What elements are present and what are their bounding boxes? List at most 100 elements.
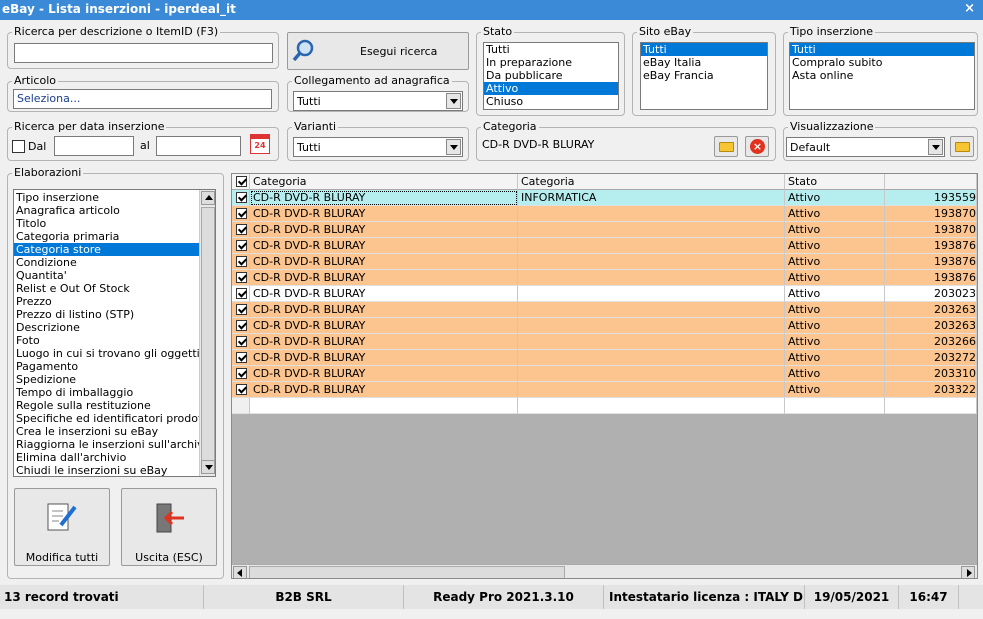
table-cell-id[interactable]: 203310 [885,366,977,382]
new-row[interactable] [232,398,977,414]
table-cell-cat[interactable]: CD-R DVD-R BLURAY [250,238,518,254]
table-row[interactable]: CD-R DVD-R BLURAY Attivo 203310 [232,366,977,382]
table-cell-id[interactable]: 193876 [885,238,977,254]
table-cell-cat[interactable]: CD-R DVD-R BLURAY [250,302,518,318]
table-cell-cat[interactable]: CD-R DVD-R BLURAY [250,222,518,238]
elaborazioni-scrollbar[interactable] [199,190,215,476]
dal-checkbox[interactable] [12,140,25,153]
scroll-left-icon[interactable] [233,566,247,578]
row-checkbox[interactable] [236,288,247,299]
table-cell-id[interactable]: 203266 [885,334,977,350]
row-checkbox[interactable] [236,256,247,267]
table-cell-stato[interactable]: Attivo [785,190,885,206]
table-row[interactable]: CD-R DVD-R BLURAY Attivo 203322 [232,382,977,398]
row-select-cell[interactable] [232,366,250,382]
stato-item[interactable]: Da pubblicare [484,69,618,82]
elaborazioni-item[interactable]: Anagrafica articolo [14,204,215,217]
tipo-item[interactable]: Compralo subito [790,56,974,69]
table-cell-cat2[interactable]: INFORMATICA [518,190,785,206]
tipo-item-selected[interactable]: Tutti [790,43,974,56]
elaborazioni-item[interactable]: Specifiche ed identificatori prodotto [14,412,215,425]
table-cell-cat[interactable]: CD-R DVD-R BLURAY [250,382,518,398]
scroll-up-icon[interactable] [201,191,215,205]
table-cell-empty[interactable] [232,398,250,414]
row-checkbox[interactable] [236,240,247,251]
tipo-list[interactable]: Tutti Compralo subito Asta online [789,42,975,110]
folder-button[interactable] [950,136,974,157]
row-select-cell[interactable] [232,238,250,254]
select-all-cell[interactable] [232,174,250,190]
folder-button[interactable] [714,136,738,157]
resize-grip-icon[interactable] [959,585,983,609]
column-header-stato[interactable]: Stato [785,174,885,190]
column-header-categoria-store[interactable]: Categoria [518,174,785,190]
row-select-cell[interactable] [232,334,250,350]
sito-item[interactable]: eBay Francia [641,69,767,82]
clear-button[interactable]: × [745,136,769,157]
tipo-item[interactable]: Asta online [790,69,974,82]
sito-list[interactable]: Tutti eBay Italia eBay Francia [640,42,768,110]
visualizzazione-select[interactable]: Default [786,137,945,157]
table-cell-cat2[interactable] [518,238,785,254]
table-row[interactable]: CD-R DVD-R BLURAY INFORMATICA Attivo 193559 [232,190,977,206]
elaborazioni-item[interactable]: Pagamento [14,360,215,373]
elaborazioni-item[interactable]: Luogo in cui si trovano gli oggetti [14,347,215,360]
table-cell-empty[interactable] [518,398,785,414]
row-select-cell[interactable] [232,254,250,270]
table-cell-cat[interactable]: CD-R DVD-R BLURAY [250,350,518,366]
table-cell-cat2[interactable] [518,206,785,222]
table-cell-cat2[interactable] [518,254,785,270]
table-cell-empty[interactable] [250,398,518,414]
elaborazioni-item[interactable]: Crea le inserzioni su eBay [14,425,215,438]
modifica-tutti-button[interactable]: Modifica tutti [14,488,110,566]
row-checkbox[interactable] [236,224,247,235]
scroll-down-icon[interactable] [201,460,215,474]
table-cell-id[interactable]: 203023 [885,286,977,302]
stato-list[interactable]: Tutti In preparazione Da pubblicare Atti… [483,42,619,110]
table-cell-cat2[interactable] [518,350,785,366]
table-cell-stato[interactable]: Attivo [785,382,885,398]
categoria-input[interactable]: CD-R DVD-R BLURAY [479,136,707,156]
elaborazioni-item[interactable]: Tipo inserzione [14,191,215,204]
table-cell-cat2[interactable] [518,270,785,286]
row-select-cell[interactable] [232,318,250,334]
table-cell-cat[interactable]: CD-R DVD-R BLURAY [250,334,518,350]
varianti-select[interactable]: Tutti [293,137,463,157]
close-icon[interactable]: × [964,1,975,16]
table-cell-id[interactable]: 193559 [885,190,977,206]
table-row[interactable]: CD-R DVD-R BLURAY Attivo 203263 [232,302,977,318]
stato-item[interactable]: Tutti [484,43,618,56]
articolo-input[interactable]: Seleziona... [13,89,272,109]
row-select-cell[interactable] [232,222,250,238]
row-select-cell[interactable] [232,206,250,222]
stato-item[interactable]: Chiuso [484,95,618,108]
table-cell-id[interactable]: 203322 [885,382,977,398]
stato-item-selected[interactable]: Attivo [484,82,618,95]
table-cell-cat[interactable]: CD-R DVD-R BLURAY [250,318,518,334]
table-cell-cat2[interactable] [518,286,785,302]
row-select-cell[interactable] [232,270,250,286]
elaborazioni-item[interactable]: Regole sulla restituzione [14,399,215,412]
search-input[interactable] [14,43,273,63]
row-checkbox[interactable] [236,336,247,347]
collegamento-select[interactable]: Tutti [293,91,463,111]
row-checkbox[interactable] [236,272,247,283]
table-cell-stato[interactable]: Attivo [785,222,885,238]
table-row[interactable]: CD-R DVD-R BLURAY Attivo 193876 [232,254,977,270]
elaborazioni-item[interactable]: Categoria store [14,243,215,256]
elaborazioni-item[interactable]: Relist e Out Of Stock [14,282,215,295]
table-cell-id[interactable]: 203272 [885,350,977,366]
table-cell-cat[interactable]: CD-R DVD-R BLURAY [250,254,518,270]
row-select-cell[interactable] [232,382,250,398]
stato-item[interactable]: In preparazione [484,56,618,69]
elaborazioni-item[interactable]: Chiudi le inserzioni su eBay [14,464,215,476]
table-row[interactable]: CD-R DVD-R BLURAY Attivo 193870 [232,222,977,238]
table-cell-cat2[interactable] [518,334,785,350]
row-select-cell[interactable] [232,302,250,318]
dal-input[interactable] [54,136,134,156]
table-cell-empty[interactable] [885,398,977,414]
table-row[interactable]: CD-R DVD-R BLURAY Attivo 193870 [232,206,977,222]
column-header-categoria[interactable]: Categoria [250,174,518,190]
column-header-id[interactable] [885,174,977,190]
table-cell-cat[interactable]: CD-R DVD-R BLURAY [250,270,518,286]
